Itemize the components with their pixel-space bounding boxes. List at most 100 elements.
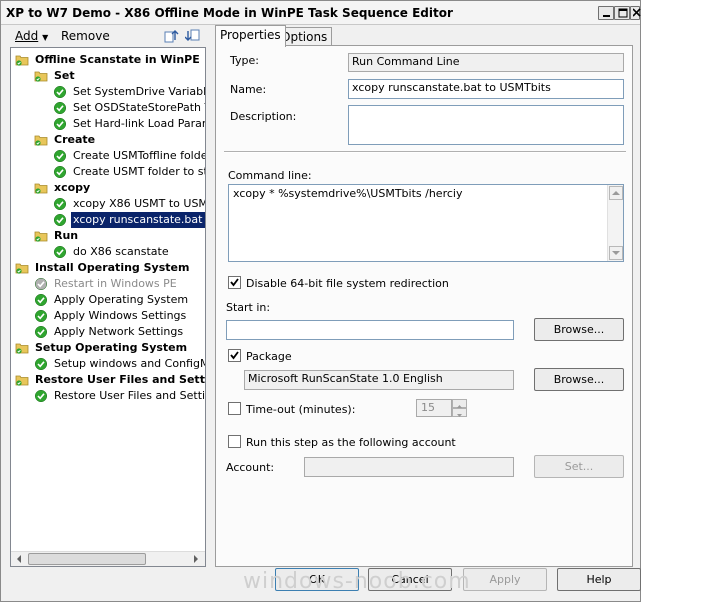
help-button[interactable]: Help (557, 568, 641, 591)
tree-item-label: Offline Scanstate in WinPE (35, 53, 200, 66)
tree-item-label: Set Hard-link Load Paramet (73, 117, 205, 130)
name-value: xcopy runscanstate.bat to USMTbits (352, 81, 551, 94)
stepper-down-button[interactable] (452, 408, 467, 417)
remove-button[interactable]: Remove (61, 29, 110, 43)
disable-redirection-label: Disable 64-bit file system redirection (246, 277, 449, 290)
step-ok-icon (34, 389, 48, 403)
title-bar[interactable]: XP to W7 Demo - X86 Offline Mode in WinP… (1, 1, 641, 25)
properties-panel: Type: Run Command Line Name: xcopy runsc… (215, 45, 633, 567)
package-value: Microsoft RunScanState 1.0 English (248, 372, 443, 385)
package-checkbox[interactable] (228, 349, 241, 362)
apply-button[interactable]: Apply (463, 568, 547, 591)
tab-options-label: Options (281, 30, 328, 44)
tree-item-label: Install Operating System (35, 261, 190, 274)
arrow-down-icon (457, 414, 462, 417)
scroll-up-arrow[interactable] (609, 186, 623, 200)
command-line-label: Command line: (228, 169, 312, 182)
task-sequence-editor-window: XP to W7 Demo - X86 Offline Mode in WinP… (0, 0, 641, 602)
scroll-right-arrow[interactable] (189, 552, 204, 566)
tab-properties[interactable]: Properties (215, 25, 286, 47)
tree-item-label: Create USMToffline folder (73, 149, 206, 162)
start-in-label: Start in: (226, 301, 271, 314)
name-label: Name: (230, 83, 267, 96)
name-input[interactable]: xcopy runscanstate.bat to USMTbits (348, 79, 624, 99)
folder-icon (34, 135, 48, 146)
step-ok-icon (53, 101, 67, 115)
tree-item-label: Setup windows and ConfigMgr (54, 357, 206, 370)
maximize-button[interactable] (614, 6, 630, 20)
run-as-label: Run this step as the following account (246, 436, 456, 449)
step-disabled-icon (34, 277, 48, 291)
scroll-left-arrow[interactable] (12, 552, 27, 566)
tree-item-label: Set OSDStateStorePath Ta (73, 101, 206, 114)
arrow-up-icon (612, 191, 620, 195)
timeout-label: Time-out (minutes): (246, 403, 356, 416)
browse-label: Browse... (553, 373, 605, 386)
stepper-up-button[interactable] (452, 399, 467, 408)
tree-item-label: Apply Operating System (54, 293, 189, 306)
add-label: Add (15, 29, 39, 43)
description-label: Description: (230, 110, 297, 123)
folder-icon (34, 231, 48, 242)
description-input[interactable] (348, 105, 624, 145)
step-ok-icon (53, 165, 67, 179)
close-button[interactable] (630, 6, 641, 20)
set-account-button[interactable]: Set... (534, 455, 624, 478)
move-down-icon[interactable] (185, 28, 201, 44)
step-ok-icon (34, 325, 48, 339)
timeout-checkbox[interactable] (228, 402, 241, 415)
window-title: XP to W7 Demo - X86 Offline Mode in WinP… (6, 6, 453, 20)
run-as-checkbox[interactable] (228, 435, 241, 448)
task-sequence-tree[interactable]: Offline Scanstate in WinPE Set Set SystemD… (10, 47, 206, 567)
tree-item-label: Create (54, 133, 96, 146)
scroll-thumb[interactable] (28, 553, 146, 565)
minimize-button[interactable] (598, 6, 614, 20)
help-label: Help (586, 573, 612, 586)
arrow-down-icon (612, 251, 620, 255)
step-ok-icon (53, 245, 67, 259)
tree-horizontal-scrollbar[interactable] (11, 551, 205, 566)
folder-icon (34, 183, 48, 194)
add-menu-button[interactable]: Add ▼ (15, 29, 48, 43)
step-ok-icon (34, 309, 48, 323)
maximize-icon (618, 8, 628, 18)
arrow-right-icon (194, 555, 198, 563)
tree-item-label: Setup Operating System (35, 341, 188, 354)
left-toolbar: Add ▼ Remove (9, 27, 209, 47)
browse-start-in-button[interactable]: Browse... (534, 318, 624, 341)
scroll-down-arrow[interactable] (609, 246, 623, 260)
timeout-stepper[interactable]: 15 (416, 399, 468, 417)
command-line-value: xcopy * %systemdrive%\USMTbits /herciy (233, 187, 463, 200)
separator (224, 151, 626, 153)
step-ok-icon (34, 293, 48, 307)
step-ok-icon (53, 149, 67, 163)
folder-icon (15, 343, 29, 354)
tree-item-label: Set SystemDrive Variable (73, 85, 206, 98)
folder-icon (15, 375, 29, 386)
pane-splitter[interactable] (209, 27, 212, 567)
close-icon (633, 8, 641, 17)
tree-item-label: Set (54, 69, 75, 82)
browse-package-button[interactable]: Browse... (534, 368, 624, 391)
tree-item-label: xcopy X86 USMT to USMTb (73, 197, 205, 210)
command-line-scrollbar[interactable] (607, 185, 623, 261)
remove-label: Remove (61, 29, 110, 43)
move-up-icon[interactable] (163, 28, 179, 44)
folder-icon (15, 263, 29, 274)
tab-properties-label: Properties (220, 28, 281, 42)
tree-item-label: xcopy runscanstate.bat to (71, 212, 205, 228)
tree-item-label: Apply Network Settings (54, 325, 184, 338)
package-label: Package (246, 350, 292, 363)
watermark: windows-noob.com (243, 569, 471, 594)
step-ok-icon (53, 197, 67, 211)
set-label: Set... (564, 460, 594, 473)
tree-item-label: Restart in Windows PE (54, 277, 177, 290)
folder-icon (34, 71, 48, 82)
start-in-input[interactable] (226, 320, 514, 340)
command-line-input[interactable]: xcopy * %systemdrive%\USMTbits /herciy (228, 184, 624, 262)
tree-item-label: Run (54, 229, 79, 242)
tree-item-label: Apply Windows Settings (54, 309, 187, 322)
check-icon (230, 278, 239, 287)
arrow-left-icon (17, 555, 21, 563)
disable-redirection-checkbox[interactable] (228, 276, 241, 289)
